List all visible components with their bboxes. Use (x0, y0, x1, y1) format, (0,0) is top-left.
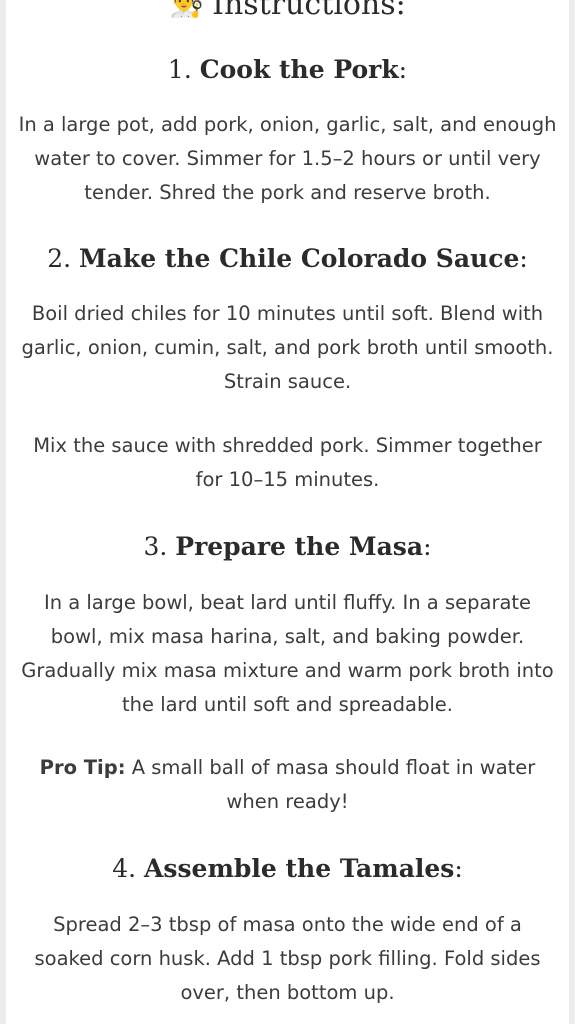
text-line: tender. Shred the pork and reserve broth… (84, 181, 491, 204)
step-number: 1. (167, 55, 192, 84)
step-1-text: In a large pot, add pork, onion, garlic,… (6, 108, 569, 210)
text-line: water to cover. Simmer for 1.5–2 hours o… (34, 147, 541, 170)
tip-text: A small ball of masa should float in wat… (125, 756, 536, 779)
text-line: bowl, mix masa harina, salt, and baking … (50, 625, 525, 648)
heading-colon: : (423, 532, 432, 561)
text-line: Gradually mix masa mixture and warm pork… (21, 659, 554, 682)
text-line: In a large bowl, beat lard until fluffy.… (43, 591, 532, 614)
text-line: soaked corn husk. Add 1 tbsp pork fillin… (34, 947, 541, 970)
step-name: Assemble the Tamales (144, 854, 455, 883)
heading-colon: : (398, 55, 408, 84)
recipe-page: 👨‍🍳 Instructions: 1. Cook the Pork: In a … (6, 0, 569, 1024)
text-line: over, then bottom up. (180, 981, 395, 1004)
step-name: Make the Chile Colorado Sauce (79, 244, 520, 273)
tip-line: Pro Tip: A small ball of masa should flo… (6, 751, 569, 785)
step-4-text: Spread 2–3 tbsp of masa onto the wide en… (6, 908, 569, 1010)
chef-icon: 👨‍🍳 (169, 0, 205, 19)
tip-label: Pro Tip: (39, 756, 126, 779)
text-line: Mix the sauce with shredded pork. Simmer… (33, 434, 542, 457)
step-3-text: In a large bowl, beat lard until fluffy.… (6, 586, 569, 722)
step-number: 3. (143, 532, 168, 561)
text-line: Strain sauce. (223, 370, 352, 393)
step-number: 2. (47, 244, 72, 273)
text-line: Boil dried chiles for 10 minutes until s… (31, 302, 544, 325)
step-2-heading: 2. Make the Chile Colorado Sauce: (6, 244, 569, 273)
text-line: the lard until soft and spreadable. (122, 693, 453, 716)
text-line: garlic, onion, cumin, salt, and pork bro… (21, 336, 554, 359)
text-line: In a large pot, add pork, onion, garlic,… (18, 113, 557, 136)
step-2-text: Boil dried chiles for 10 minutes until s… (6, 297, 569, 399)
step-name: Cook the Pork (199, 55, 399, 84)
step-3-heading: 3. Prepare the Masa: (6, 532, 569, 561)
step-number: 4. (112, 854, 137, 883)
text-line: for 10–15 minutes. (195, 468, 380, 491)
text-line: Spread 2–3 tbsp of masa onto the wide en… (53, 913, 522, 936)
step-2-text-2: Mix the sauce with shredded pork. Simmer… (6, 429, 569, 497)
step-name: Prepare the Masa (175, 532, 424, 561)
step-4-heading: 4. Assemble the Tamales: (6, 854, 569, 883)
heading-colon: : (454, 854, 463, 883)
instructions-title: Instructions: (212, 0, 406, 22)
heading-colon: : (519, 244, 528, 273)
instructions-heading: 👨‍🍳 Instructions: (6, 0, 569, 22)
step-1-heading: 1. Cook the Pork: (6, 55, 569, 84)
text-line: when ready! (226, 790, 349, 813)
pro-tip: Pro Tip: A small ball of masa should flo… (6, 751, 569, 819)
